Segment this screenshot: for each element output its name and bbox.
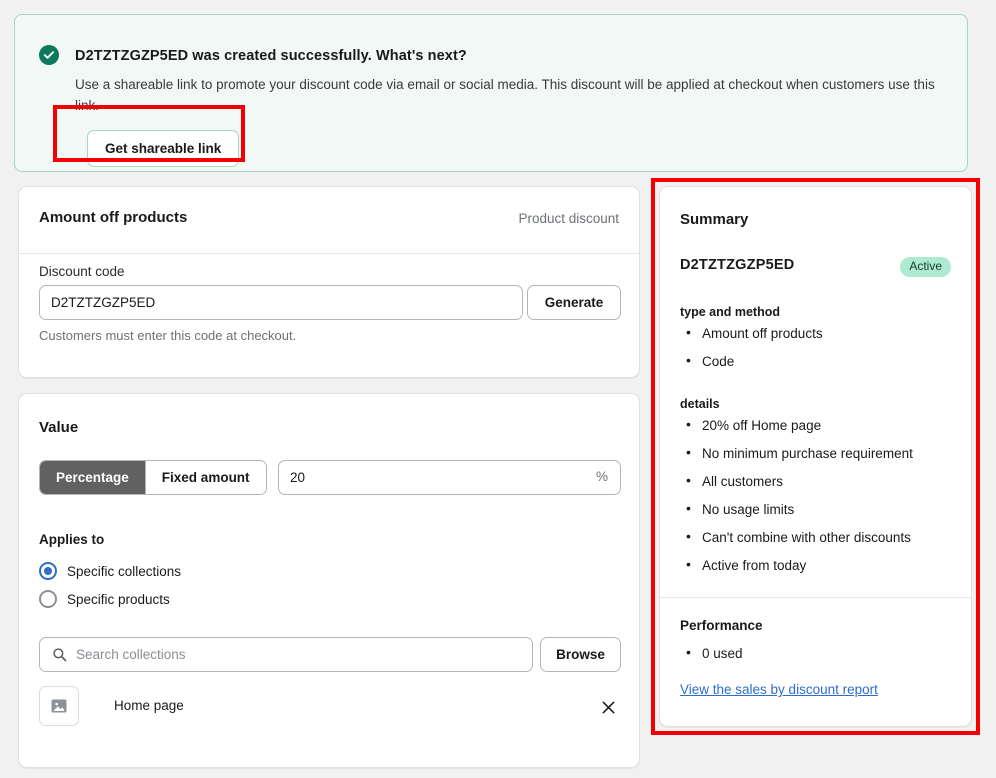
generate-button[interactable]: Generate <box>527 285 621 320</box>
success-banner: D2TZTZGZP5ED was created successfully. W… <box>14 14 968 172</box>
details-list: 20% off Home page No minimum purchase re… <box>680 416 913 585</box>
discount-amount-field: % <box>278 460 621 495</box>
performance-list: 0 used <box>680 644 743 673</box>
list-item: Code <box>680 352 823 370</box>
discount-code-help-text: Customers must enter this code at checko… <box>39 328 297 343</box>
list-item: No minimum purchase requirement <box>680 444 913 462</box>
radio-specific-products[interactable]: Specific products <box>39 590 170 608</box>
radio-label: Specific collections <box>67 563 182 579</box>
list-item: Can't combine with other discounts <box>680 528 913 546</box>
page-title: Amount off products <box>39 209 188 226</box>
fixed-amount-segment[interactable]: Fixed amount <box>144 461 266 494</box>
list-item: No usage limits <box>680 500 913 518</box>
sales-by-discount-report-link[interactable]: View the sales by discount report <box>680 682 878 697</box>
percentage-segment[interactable]: Percentage <box>40 461 145 494</box>
discount-type-label: Product discount <box>518 211 619 226</box>
discount-code-label: Discount code <box>39 264 125 279</box>
value-type-segmented-control: Percentage Fixed amount <box>39 460 267 495</box>
radio-specific-collections[interactable]: Specific collections <box>39 562 181 580</box>
discount-amount-input[interactable] <box>279 461 579 494</box>
percent-suffix: % <box>595 469 608 484</box>
radio-label: Specific products <box>67 591 170 607</box>
discount-code-input[interactable] <box>39 285 523 320</box>
collection-search-field <box>39 637 533 672</box>
summary-heading: Summary <box>680 211 749 228</box>
search-input[interactable] <box>76 638 526 671</box>
list-item: Active from today <box>680 556 913 574</box>
banner-description: Use a shareable link to promote your dis… <box>75 77 935 113</box>
list-item: Amount off products <box>680 324 823 342</box>
divider <box>660 597 971 598</box>
value-heading: Value <box>39 419 79 436</box>
summary-discount-code: D2TZTZGZP5ED <box>680 257 795 273</box>
details-heading: details <box>680 397 720 411</box>
list-item: 0 used <box>680 644 743 662</box>
status-badge: Active <box>900 257 951 277</box>
list-item: 20% off Home page <box>680 416 913 434</box>
type-and-method-heading: type and method <box>680 305 781 319</box>
close-icon[interactable] <box>595 694 621 720</box>
discount-code-card: Amount off products Product discount Dis… <box>18 186 640 378</box>
card-header: Amount off products Product discount <box>19 187 639 254</box>
collection-name: Home page <box>114 698 184 713</box>
discount-detail-page: D2TZTZGZP5ED was created successfully. W… <box>0 0 996 778</box>
radio-checked-icon <box>39 562 57 580</box>
list-item: All customers <box>680 472 913 490</box>
value-card: Value Percentage Fixed amount % Applies … <box>18 393 640 768</box>
image-placeholder-icon <box>39 686 79 726</box>
browse-button[interactable]: Browse <box>540 637 621 672</box>
get-shareable-link-button[interactable]: Get shareable link <box>87 130 240 167</box>
summary-card: Summary D2TZTZGZP5ED Active type and met… <box>659 186 972 727</box>
type-and-method-list: Amount off products Code <box>680 324 823 381</box>
performance-heading: Performance <box>680 618 763 633</box>
radio-unchecked-icon <box>39 590 57 608</box>
selected-collection-row: Home page <box>39 686 621 732</box>
search-icon <box>53 648 67 662</box>
banner-title: D2TZTZGZP5ED was created successfully. W… <box>75 48 467 64</box>
applies-to-label: Applies to <box>39 532 105 547</box>
check-circle-icon <box>39 45 59 65</box>
